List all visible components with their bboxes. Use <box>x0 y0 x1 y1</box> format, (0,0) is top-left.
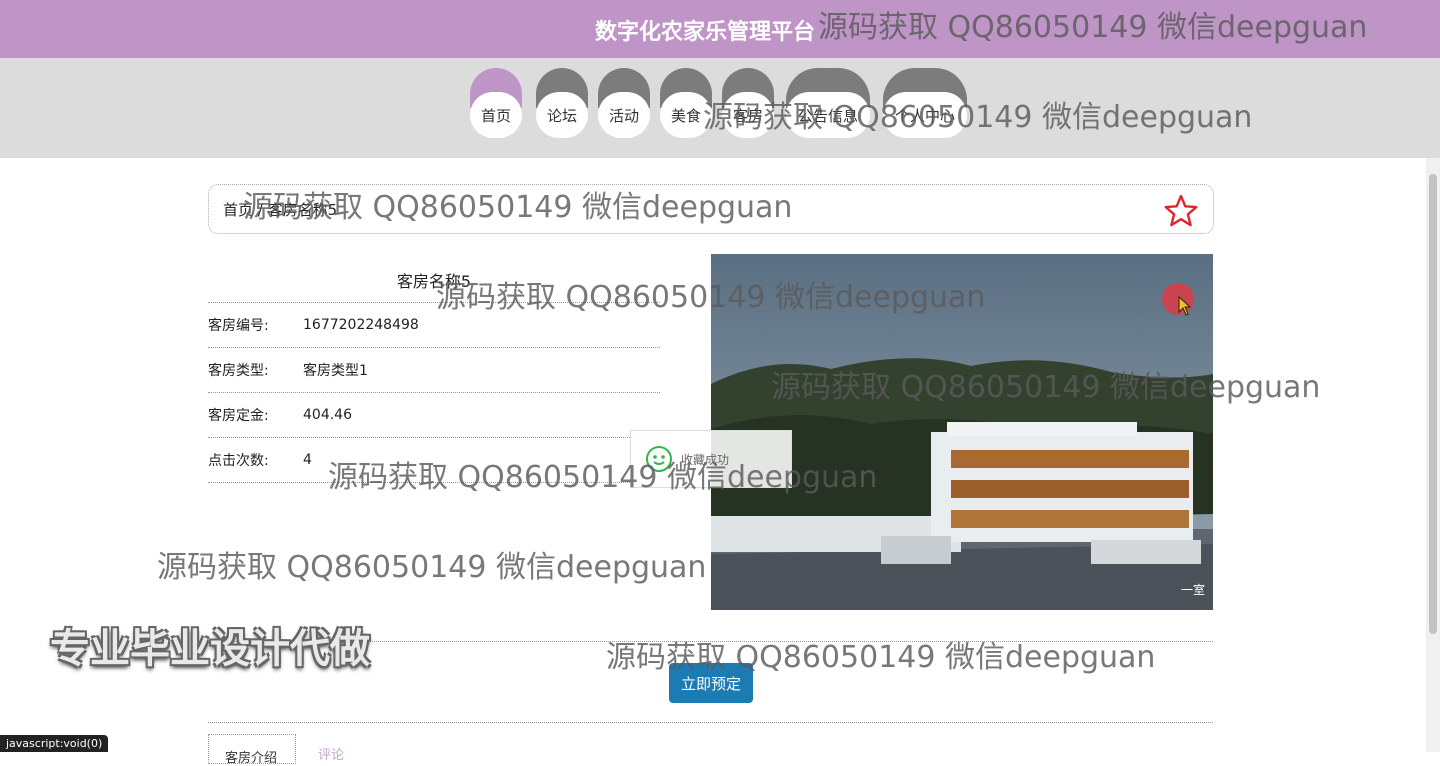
status-bar-url: javascript:void(0) <box>0 735 109 752</box>
nav-item-announcements[interactable]: 公告信息 <box>786 68 870 138</box>
site-title: 数字化农家乐管理平台 <box>594 20 815 45</box>
divider <box>208 722 1213 723</box>
room-title: 客房名称5 <box>396 272 472 291</box>
detail-row-clicks: 点击次数: 4 <box>208 437 660 483</box>
nav-label[interactable]: 公告信息 <box>786 92 870 138</box>
detail-label: 客房编号: <box>208 318 269 334</box>
top-bar: 数字化农家乐管理平台 <box>0 0 1440 58</box>
detail-label: 客房定金: <box>208 408 269 424</box>
nav-item-home[interactable]: 首页 <box>470 68 522 138</box>
breadcrumb: 首页 / 客房名称5 <box>208 184 1214 234</box>
wechat-icon <box>646 446 672 472</box>
nav-item-profile[interactable]: 个人中心 <box>883 68 967 138</box>
book-now-button[interactable]: 立即预定 <box>669 663 753 703</box>
divider <box>208 641 1213 642</box>
success-toast: 收藏成功 <box>630 430 792 488</box>
detail-value: 404.46 <box>303 407 352 423</box>
detail-value: 1677202248498 <box>303 317 419 333</box>
detail-row-room-number: 客房编号: 1677202248498 <box>208 302 660 347</box>
nav-item-food[interactable]: 美食 <box>660 68 712 138</box>
detail-value: 客房类型1 <box>303 363 368 379</box>
nav-label[interactable]: 个人中心 <box>883 92 967 138</box>
star-outline-icon[interactable] <box>1163 193 1199 229</box>
photo-caption: 一室 <box>1180 583 1205 597</box>
detail-label: 客房类型: <box>208 363 269 379</box>
nav-item-rooms[interactable]: 客房 <box>722 68 774 138</box>
nav-label[interactable]: 活动 <box>598 92 650 138</box>
nav-item-forum[interactable]: 论坛 <box>536 68 588 138</box>
breadcrumb-text[interactable]: 首页 / 客房名称5 <box>223 199 337 220</box>
nav-label[interactable]: 首页 <box>470 92 522 138</box>
nav-label[interactable]: 论坛 <box>536 92 588 138</box>
detail-row-room-type: 客房类型: 客房类型1 <box>208 347 660 392</box>
nav-label[interactable]: 美食 <box>660 92 712 138</box>
detail-row-deposit: 客房定金: 404.46 <box>208 392 660 437</box>
tab-reviews[interactable]: 评论 <box>318 744 344 763</box>
scroll-thumb[interactable] <box>1429 174 1437 634</box>
nav-label[interactable]: 客房 <box>722 92 774 138</box>
toast-text: 收藏成功 <box>681 452 730 467</box>
scrollbar[interactable] <box>1426 158 1440 752</box>
mouse-cursor-icon <box>1178 296 1192 316</box>
room-detail-table: 客房编号: 1677202248498 客房类型: 客房类型1 客房定金: 40… <box>208 302 660 483</box>
promo-watermark: 专业毕业设计代做 <box>50 626 370 672</box>
watermark: 源码获取 QQ86050149 微信deepguan <box>157 550 707 585</box>
nav-band: 首页 论坛 活动 美食 客房 公告信息 个人中心 <box>0 58 1440 158</box>
detail-label: 点击次数: <box>208 453 269 469</box>
detail-value: 4 <box>303 452 312 468</box>
nav-item-activity[interactable]: 活动 <box>598 68 650 138</box>
tab-room-intro[interactable]: 客房介绍 <box>208 734 296 766</box>
